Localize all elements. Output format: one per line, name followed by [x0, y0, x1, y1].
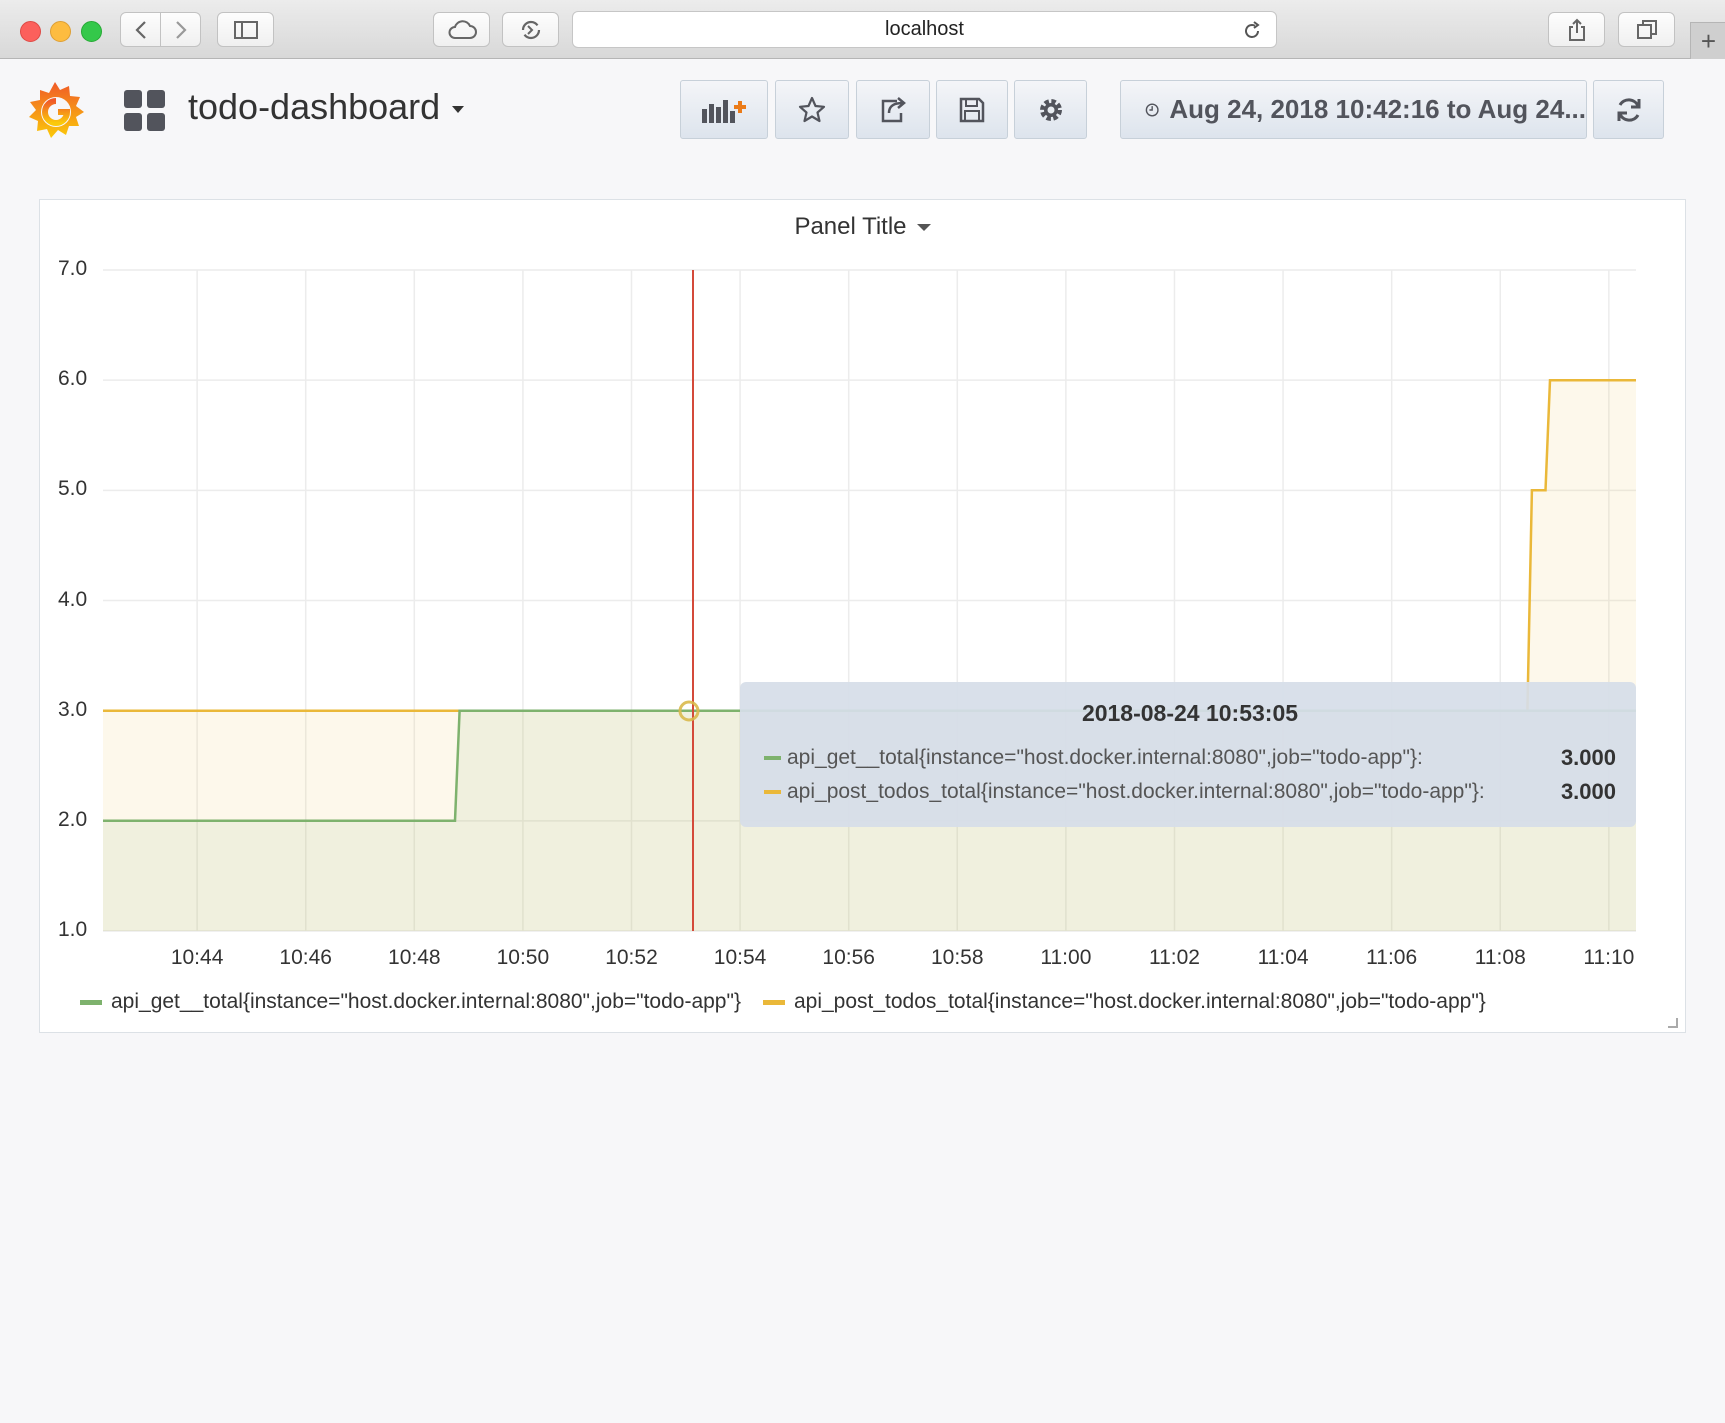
- x-tick-label: 10:54: [713, 946, 767, 969]
- tooltip-series-value: 3.000: [1560, 779, 1616, 804]
- legend-item-api-get-total[interactable]: api_get__total{instance="host.docker.int…: [80, 990, 741, 1014]
- x-tick-label: 11:02: [1148, 946, 1200, 969]
- y-tick-label: 2.0: [58, 807, 88, 831]
- legend-swatch: [762, 999, 785, 1005]
- graph-tooltip: 2018-08-24 10:53:05 api_get__total{insta…: [740, 682, 1636, 827]
- x-tick-label: 10:52: [605, 946, 658, 969]
- graph-legend: api_get__total{instance="host.docker.int…: [80, 990, 1508, 1014]
- x-tick-label: 10:56: [822, 946, 875, 969]
- x-tick-label: 11:00: [1040, 946, 1092, 969]
- x-tick-label: 10:48: [388, 946, 441, 969]
- tooltip-series-swatch: [764, 790, 781, 794]
- y-tick-label: 5.0: [58, 477, 88, 501]
- y-tick-label: 7.0: [58, 257, 88, 280]
- legend-label: api_post_todos_total{instance="host.dock…: [793, 990, 1486, 1013]
- tooltip-time: 2018-08-24 10:53:05: [1081, 700, 1299, 726]
- tooltip-series-name: api_post_todos_total{instance="host.dock…: [787, 780, 1485, 803]
- tooltip-row: api_get__total{instance="host.docker.int…: [764, 741, 1616, 775]
- x-tick-label: 10:44: [170, 946, 224, 969]
- tooltip-series-name: api_get__total{instance="host.docker.int…: [787, 746, 1423, 769]
- legend-swatch: [80, 999, 102, 1005]
- panel-resize-handle[interactable]: [1668, 1018, 1678, 1028]
- x-tick-label: 10:46: [279, 946, 332, 969]
- series-fills: [103, 380, 1636, 931]
- x-tick-label: 11:08: [1474, 946, 1526, 969]
- x-tick-label: 10:58: [930, 946, 984, 969]
- tooltip-row: api_post_todos_total{instance="host.dock…: [764, 775, 1616, 809]
- x-tick-label: 11:06: [1366, 946, 1418, 969]
- series-line: [103, 378, 1636, 712]
- y-tick-label: 3.0: [58, 697, 88, 721]
- tooltip-series-swatch: [764, 756, 781, 760]
- x-tick-label: 11:04: [1257, 946, 1309, 969]
- x-tick-label: 10:50: [496, 946, 550, 969]
- legend-label: api_get__total{instance="host.docker.int…: [111, 990, 741, 1013]
- y-tick-label: 1.0: [58, 918, 88, 941]
- y-tick-label: 6.0: [58, 367, 88, 391]
- tooltip-series-value: 3.000: [1560, 745, 1616, 770]
- x-tick-label: 11:10: [1583, 946, 1635, 969]
- y-tick-label: 4.0: [58, 587, 88, 611]
- legend-item-api-post-todos-total[interactable]: api_post_todos_total{instance="host.dock…: [762, 990, 1486, 1014]
